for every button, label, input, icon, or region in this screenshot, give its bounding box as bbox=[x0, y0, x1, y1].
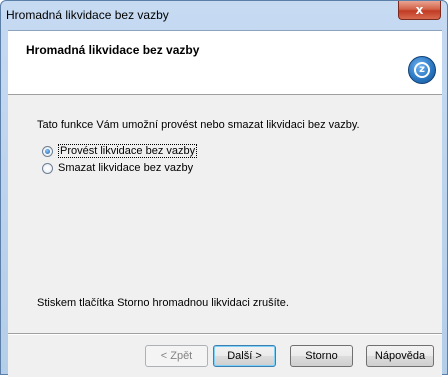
window-title: Hromadná likvidace bez vazby bbox=[6, 8, 169, 22]
cancel-hint-text: Stiskem tlačítka Storno hromadnou likvid… bbox=[37, 297, 289, 309]
description-text: Tato funkce Vám umožní provést nebo smaz… bbox=[37, 119, 360, 131]
help-button[interactable]: Nápověda bbox=[366, 345, 434, 367]
cancel-button[interactable]: Storno bbox=[290, 345, 353, 367]
radio-option-provest[interactable]: Provést likvidace bez vazby bbox=[42, 143, 198, 159]
radio-button[interactable] bbox=[42, 162, 53, 174]
radio-label-provest: Provést likvidace bez vazby bbox=[58, 144, 198, 158]
radio-option-smazat[interactable]: Smazat likvidace bez vazby bbox=[42, 160, 193, 176]
dialog-client-area: Hromadná likvidace bez vazby z Tato funk… bbox=[8, 30, 442, 377]
title-bar[interactable]: Hromadná likvidace bez vazby x bbox=[1, 1, 447, 28]
close-icon: x bbox=[415, 3, 424, 17]
wizard-header: Hromadná likvidace bez vazby z bbox=[8, 31, 442, 95]
app-logo-icon: z bbox=[408, 56, 436, 84]
button-separator bbox=[8, 333, 442, 335]
radio-button-selected[interactable] bbox=[42, 145, 53, 157]
logo-glyph: z bbox=[414, 62, 430, 78]
close-button[interactable]: x bbox=[398, 1, 441, 20]
radio-label-smazat: Smazat likvidace bez vazby bbox=[58, 162, 194, 174]
page-title: Hromadná likvidace bez vazby bbox=[26, 43, 200, 57]
wizard-window: Hromadná likvidace bez vazby x Hromadná … bbox=[0, 0, 448, 377]
next-button[interactable]: Další > bbox=[213, 345, 276, 367]
back-button[interactable]: < Zpět bbox=[145, 345, 208, 367]
